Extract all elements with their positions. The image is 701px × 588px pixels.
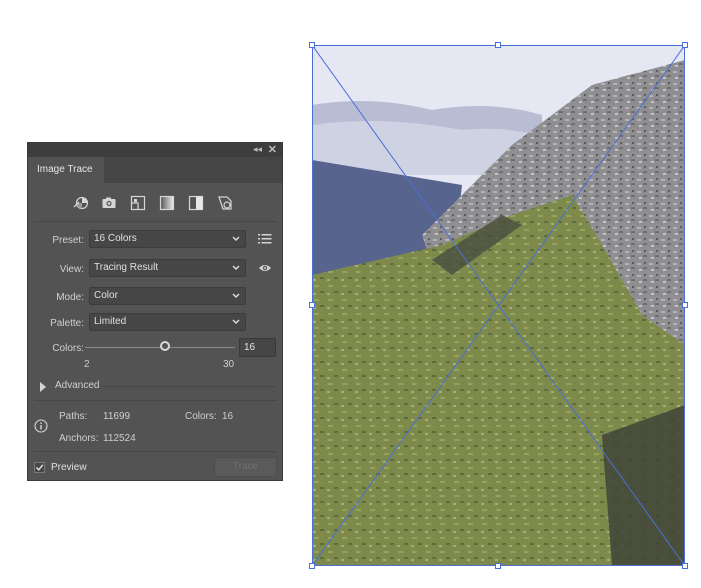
- manage-presets-icon[interactable]: [258, 233, 272, 245]
- divider: [102, 386, 276, 387]
- selection-handle-bottom-right[interactable]: [682, 563, 688, 569]
- paths-value: 11699: [103, 411, 131, 422]
- image-trace-panel: ◂◂ ✕ Image Trace Preset: 16 Colors View:…: [27, 142, 283, 481]
- low-color-icon[interactable]: [130, 195, 146, 211]
- preview-label: Preview: [51, 462, 87, 473]
- trace-button[interactable]: Trace: [214, 457, 277, 477]
- collapse-panel-icon[interactable]: ◂◂: [253, 144, 262, 155]
- slider-min-label: 2: [84, 359, 90, 370]
- paths-label: Paths:: [59, 411, 88, 422]
- selection-handle-top-center[interactable]: [495, 42, 501, 48]
- panel-title-bar[interactable]: ◂◂ ✕: [28, 143, 282, 157]
- close-icon[interactable]: ✕: [268, 143, 277, 156]
- colors-slider-thumb[interactable]: [160, 341, 170, 351]
- black-and-white-icon[interactable]: [188, 195, 204, 211]
- anchors-value: 112524: [103, 433, 136, 444]
- anchors-label: Anchors:: [59, 433, 99, 444]
- palette-dropdown[interactable]: Limited: [89, 313, 246, 331]
- chevron-down-icon: [232, 315, 240, 329]
- chevron-down-icon: [232, 289, 240, 303]
- selection-handle-top-left[interactable]: [309, 42, 315, 48]
- chevron-down-icon: [232, 261, 240, 275]
- colors-input[interactable]: 16: [239, 338, 276, 357]
- colors-label: Colors:: [52, 343, 84, 354]
- tab-image-trace[interactable]: Image Trace: [28, 157, 104, 183]
- divider: [34, 221, 277, 222]
- palette-value: Limited: [94, 316, 127, 327]
- mode-dropdown[interactable]: Color: [89, 287, 246, 305]
- selection-handle-middle-right[interactable]: [682, 302, 688, 308]
- preset-icons-row: [73, 195, 263, 211]
- preset-value: 16 Colors: [94, 233, 137, 244]
- selection-handle-top-right[interactable]: [682, 42, 688, 48]
- outline-icon[interactable]: [217, 195, 233, 211]
- mode-value: Color: [94, 290, 118, 301]
- colors-stat-label: Colors:: [185, 411, 217, 422]
- disclosure-triangle-icon: [40, 382, 46, 392]
- auto-color-icon[interactable]: [73, 195, 89, 211]
- selection-handle-bottom-left[interactable]: [309, 563, 315, 569]
- selection-handle-middle-left[interactable]: [309, 302, 315, 308]
- mode-label: Mode:: [56, 292, 84, 303]
- chevron-down-icon: [232, 232, 240, 246]
- divider: [34, 400, 277, 401]
- selection-handle-bottom-center[interactable]: [495, 563, 501, 569]
- preset-label: Preset:: [52, 235, 84, 246]
- colors-stat-value: 16: [222, 411, 234, 422]
- traced-landscape-image: [312, 45, 685, 566]
- view-value: Tracing Result: [94, 262, 159, 273]
- preset-dropdown[interactable]: 16 Colors: [89, 230, 246, 248]
- view-dropdown[interactable]: Tracing Result: [89, 259, 246, 277]
- eye-icon[interactable]: [258, 263, 272, 273]
- divider: [34, 451, 277, 452]
- preview-checkbox[interactable]: [34, 462, 45, 473]
- palette-label: Palette:: [50, 318, 84, 329]
- panel-tab-row: Image Trace: [28, 157, 282, 183]
- slider-max-label: 30: [223, 359, 235, 370]
- info-icon: [34, 419, 48, 433]
- view-label: View:: [59, 264, 84, 275]
- advanced-label: Advanced: [55, 380, 100, 391]
- traced-image[interactable]: [309, 42, 688, 569]
- high-color-photo-icon[interactable]: [101, 195, 117, 211]
- grayscale-icon[interactable]: [159, 195, 175, 211]
